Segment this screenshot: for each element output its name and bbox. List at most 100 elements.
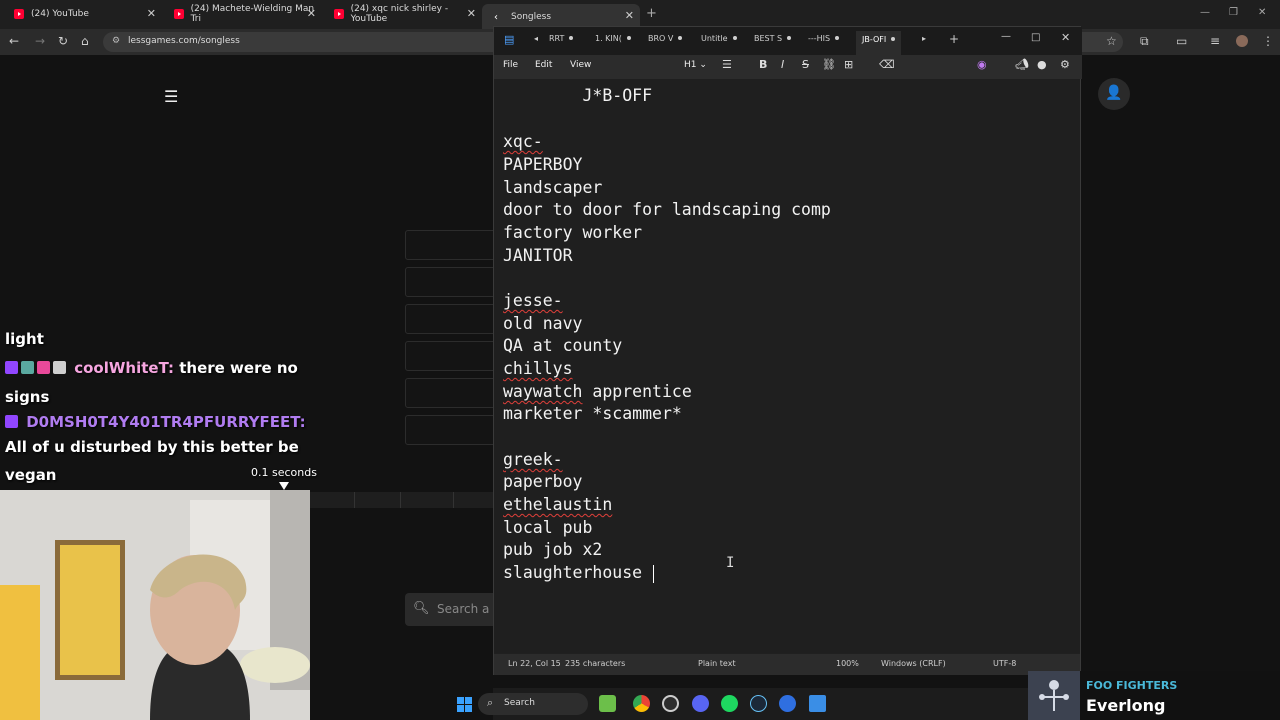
notepad-tab[interactable]: 1. KIN( <box>595 34 631 43</box>
back-icon[interactable]: ← <box>9 34 19 48</box>
notepad-tab-bar: ▤ ◂ RRT 1. KIN( BRO V Untitle BEST S ---… <box>494 27 1082 55</box>
chrome-icon[interactable] <box>633 695 650 712</box>
tab-title: (24) YouTube <box>31 9 89 19</box>
heading-dropdown[interactable]: H1 ⌄ <box>684 60 707 70</box>
list-icon[interactable]: ☰ <box>722 58 732 71</box>
bold-icon[interactable]: B <box>759 58 767 71</box>
bookmark-star-icon[interactable]: ☆ <box>1106 34 1117 48</box>
chat-line: vegan <box>5 466 57 484</box>
browser-tab-machete[interactable]: (24) Machete-Wielding Man Tri ✕ <box>162 4 322 24</box>
close-window-icon[interactable]: ✕ <box>1258 7 1266 18</box>
chat-username[interactable]: coolWhiteT: <box>74 359 174 377</box>
text-line: PAPERBOY <box>503 155 583 174</box>
new-tab-icon[interactable]: + <box>646 6 657 21</box>
youtube-icon <box>174 9 184 19</box>
gear-icon[interactable]: ⚙ <box>1060 58 1070 71</box>
zoom-level[interactable]: 100% <box>836 659 859 668</box>
media-icon[interactable]: ≡ <box>1210 34 1220 48</box>
text-line: slaughterhouse <box>503 563 643 582</box>
spotify-icon[interactable] <box>721 695 738 712</box>
menu-icon[interactable]: ⋮ <box>1262 34 1274 48</box>
windows-start-icon[interactable] <box>457 697 472 712</box>
taskbar-search[interactable]: ⌕ Search <box>478 693 588 715</box>
close-tab-icon[interactable]: ✕ <box>307 7 316 20</box>
tab-title: BRO V <box>648 34 674 43</box>
profile-avatar[interactable] <box>1236 35 1248 47</box>
notepad-tab[interactable]: BEST S <box>754 34 792 43</box>
hamburger-menu-icon[interactable]: ☰ <box>164 87 178 106</box>
close-tab-icon[interactable]: ✕ <box>467 7 476 20</box>
browser-tab-xqc[interactable]: (24) xqc nick shirley - YouTube ✕ <box>322 4 482 24</box>
minimize-icon[interactable]: — <box>1001 31 1011 42</box>
guess-slot <box>405 341 505 371</box>
notepad-tab-active[interactable]: JB-OFI <box>856 31 902 55</box>
text-line-rest: apprentice <box>582 382 692 401</box>
menu-view[interactable]: View <box>570 60 591 70</box>
tab-title: BEST S <box>754 34 783 43</box>
notepad-tab-next-icon[interactable]: ▸ <box>922 34 926 43</box>
tab-title: Songless <box>511 11 552 22</box>
sidebar-icon[interactable]: ▭ <box>1176 34 1187 48</box>
close-tab-icon[interactable]: ✕ <box>625 9 634 22</box>
notifications-icon[interactable]: 📣︎ <box>1015 58 1029 71</box>
notepad-status-bar: Ln 22, Col 15 235 characters Plain text … <box>494 654 1080 675</box>
maximize-icon[interactable]: □ <box>1031 32 1040 43</box>
notepad-text-area[interactable]: J*B-OFF xqc- PAPERBOY landscaper door to… <box>494 79 1080 653</box>
reload-icon[interactable]: ↻ <box>58 34 68 48</box>
italic-icon[interactable]: I <box>781 58 784 71</box>
url-text[interactable]: lessgames.com/songless <box>128 36 240 46</box>
tab-title: 1. KIN( <box>595 34 622 43</box>
badge-icon <box>5 361 18 374</box>
new-tab-icon[interactable]: + <box>949 32 959 46</box>
site-info-icon[interactable]: ⚙ <box>112 36 120 46</box>
notepad-tab[interactable]: RRT <box>549 34 574 43</box>
text-line: pub job x2 <box>503 540 603 559</box>
chevron-down-icon: ⌄ <box>699 60 707 70</box>
text-format[interactable]: Plain text <box>698 659 736 668</box>
album-art <box>1028 671 1080 720</box>
taskbar-search-label: Search <box>504 698 535 708</box>
badge-icon <box>37 361 50 374</box>
song-title: Everlong <box>1086 696 1166 715</box>
minimize-icon[interactable]: — <box>1200 7 1210 18</box>
close-tab-icon[interactable]: ✕ <box>147 7 156 20</box>
maximize-icon[interactable]: ❐ <box>1229 7 1238 18</box>
notepad-tab[interactable]: ---HIS <box>808 34 840 43</box>
text-line: old navy <box>503 314 583 333</box>
chat-username[interactable]: D0MSH0T4Y401TR4PFURRYFEET: <box>26 413 305 431</box>
chat-line: coolWhiteT: there were no <box>5 359 298 377</box>
forward-icon[interactable]: → <box>35 34 45 48</box>
now-playing-widget: FOO FIGHTERS Everlong <box>1028 671 1280 720</box>
table-icon[interactable]: ⊞ <box>844 58 853 71</box>
notepad-tab[interactable]: BRO V <box>648 34 683 43</box>
app-icon[interactable] <box>779 695 796 712</box>
close-icon[interactable]: ✕ <box>1061 31 1070 44</box>
menu-edit[interactable]: Edit <box>535 60 552 70</box>
user-account-icon[interactable]: 👤 <box>1098 78 1130 110</box>
cursor-position: Ln 22, Col 15 <box>508 659 561 668</box>
browser-tab-youtube[interactable]: (24) YouTube ✕ <box>2 4 162 24</box>
audio-progress-bar[interactable] <box>310 492 510 508</box>
strikethrough-icon[interactable]: S <box>802 58 809 71</box>
notepad-taskbar-icon[interactable] <box>809 695 826 712</box>
notepad-tab[interactable]: Untitle <box>701 34 737 43</box>
discord-icon[interactable] <box>692 695 709 712</box>
copilot-icon[interactable]: ◉ <box>977 58 987 71</box>
obs-icon[interactable] <box>662 695 679 712</box>
encoding[interactable]: UTF-8 <box>993 659 1016 668</box>
account-icon[interactable]: ● <box>1037 58 1047 71</box>
widgets-icon[interactable] <box>599 695 616 712</box>
line-ending[interactable]: Windows (CRLF) <box>881 659 946 668</box>
notepad-tab-prev-icon[interactable]: ◂ <box>534 34 538 43</box>
webcam-image <box>0 490 310 720</box>
extensions-icon[interactable]: ⧉ <box>1140 34 1149 49</box>
duration-label: 0.1 seconds <box>251 466 317 479</box>
song-search-input[interactable]: 🔍︎ Search a <box>405 593 505 626</box>
steam-icon[interactable] <box>750 695 767 712</box>
link-icon[interactable]: ⛓ <box>822 58 836 71</box>
search-icon: 🔍︎ <box>413 601 430 616</box>
songless-icon: ‹ <box>494 11 498 23</box>
menu-file[interactable]: File <box>503 60 518 70</box>
home-icon[interactable]: ⌂ <box>81 34 89 48</box>
clear-formatting-icon[interactable]: ⌫ <box>879 58 895 71</box>
